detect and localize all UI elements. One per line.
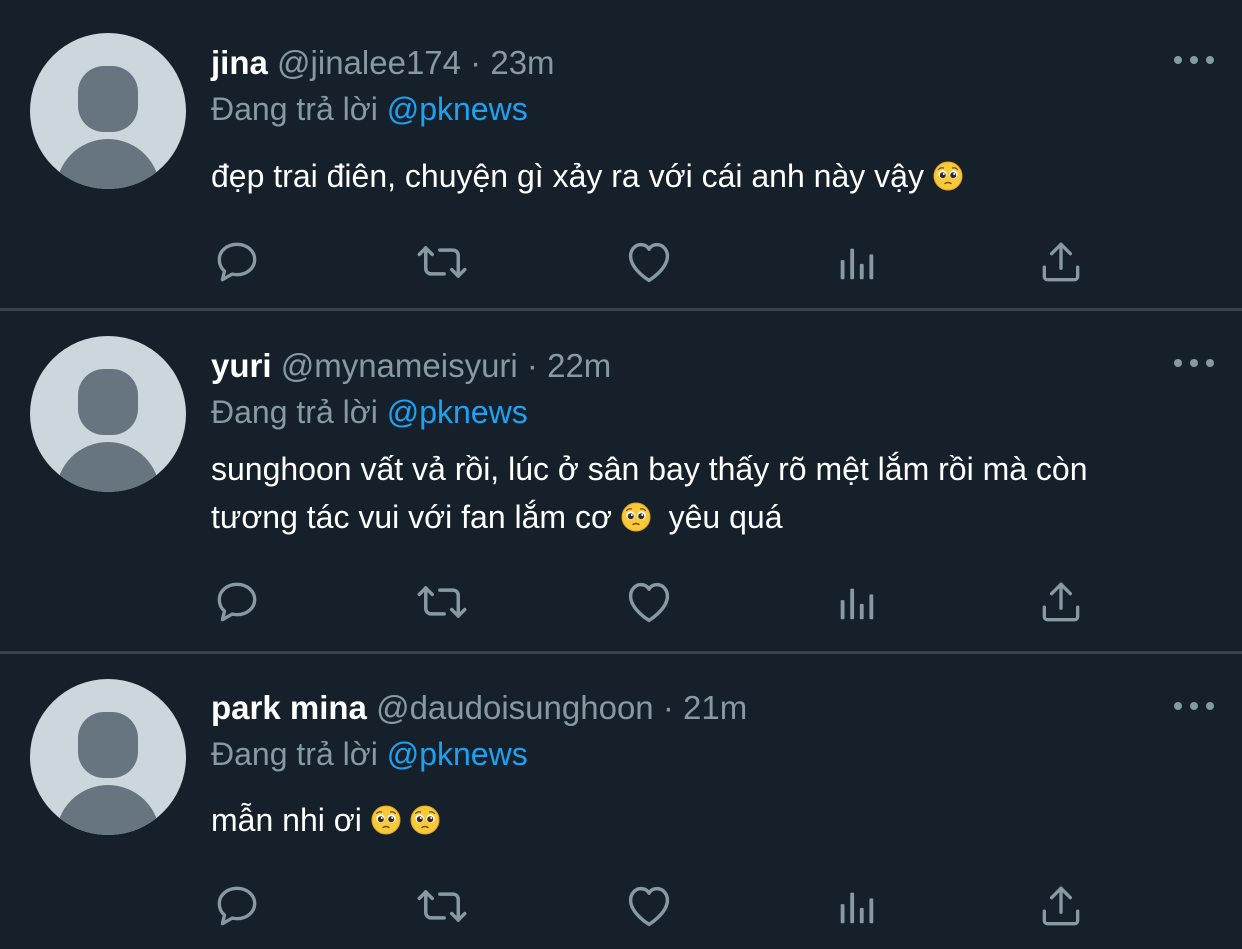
timestamp[interactable]: 21m <box>683 689 747 726</box>
reply-icon[interactable] <box>211 237 263 287</box>
tweet-text-segment: yêu quá <box>668 499 783 535</box>
tweet-text-line: mẫn nhi ơi <box>211 802 362 838</box>
analytics-icon[interactable] <box>830 237 882 287</box>
avatar[interactable] <box>30 336 186 492</box>
pleading-face-emoji <box>371 805 401 835</box>
tweet-text: đẹp trai điên, chuyện gì xảy ra với cái … <box>211 152 1211 200</box>
timestamp[interactable]: 23m <box>490 44 554 81</box>
tweet-actions <box>0 577 1242 627</box>
mention-link[interactable]: @pknews <box>387 394 528 430</box>
display-name[interactable]: jina <box>211 44 268 81</box>
display-name[interactable]: park mina <box>211 689 367 726</box>
reply-icon[interactable] <box>211 881 263 931</box>
replying-label: Đang trả lời <box>211 91 378 127</box>
avatar[interactable] <box>30 679 186 835</box>
tweet-text-line: tương tác vui với fan lắm cơ yêu quá <box>211 493 1211 541</box>
display-name[interactable]: yuri <box>211 347 272 384</box>
pleading-face-emoji <box>410 805 440 835</box>
retweet-icon[interactable] <box>416 881 468 931</box>
replying-label: Đang trả lời <box>211 736 378 772</box>
more-options-icon[interactable] <box>1174 696 1214 716</box>
reply-icon[interactable] <box>211 577 263 627</box>
replying-label: Đang trả lời <box>211 394 378 430</box>
tweet-text-line: đẹp trai điên, chuyện gì xảy ra với cái … <box>211 158 924 194</box>
tweet-actions <box>0 237 1242 287</box>
more-options-icon[interactable] <box>1174 353 1214 373</box>
share-icon[interactable] <box>1035 881 1087 931</box>
avatar[interactable] <box>30 33 186 189</box>
analytics-icon[interactable] <box>830 577 882 627</box>
user-handle[interactable]: @mynameisyuri <box>281 347 518 384</box>
heart-icon[interactable] <box>623 577 675 627</box>
separator-dot: · <box>470 44 482 81</box>
separator-dot: · <box>662 689 674 726</box>
separator-dot: · <box>526 347 538 384</box>
timestamp[interactable]: 22m <box>547 347 611 384</box>
share-icon[interactable] <box>1035 577 1087 627</box>
share-icon[interactable] <box>1035 237 1087 287</box>
tweet-text-segment: tương tác vui với fan lắm cơ <box>211 499 612 535</box>
tweet[interactable]: park mina @daudoisunghoon · 21m Đang trả… <box>0 654 1242 949</box>
heart-icon[interactable] <box>623 881 675 931</box>
mention-link[interactable]: @pknews <box>387 91 528 127</box>
tweet-header: yuri @mynameisyuri · 22m <box>211 346 611 386</box>
user-handle[interactable]: @daudoisunghoon <box>376 689 654 726</box>
mention-link[interactable]: @pknews <box>387 736 528 772</box>
user-handle[interactable]: @jinalee174 <box>277 44 461 81</box>
retweet-icon[interactable] <box>416 577 468 627</box>
tweet-actions <box>0 881 1242 931</box>
tweet-header: jina @jinalee174 · 23m <box>211 43 555 83</box>
tweet-header: park mina @daudoisunghoon · 21m <box>211 688 747 728</box>
replying-to: Đang trả lời @pknews <box>211 734 528 774</box>
heart-icon[interactable] <box>623 237 675 287</box>
tweet-text: mẫn nhi ơi <box>211 796 1211 844</box>
tweet-text-line: sunghoon vất vả rồi, lúc ở sân bay thấy … <box>211 451 1088 487</box>
tweet[interactable]: yuri @mynameisyuri · 22m Đang trả lời @p… <box>0 311 1242 651</box>
replying-to: Đang trả lời @pknews <box>211 89 528 129</box>
retweet-icon[interactable] <box>416 237 468 287</box>
pleading-face-emoji <box>933 161 963 191</box>
replying-to: Đang trả lời @pknews <box>211 392 528 432</box>
tweet-text: sunghoon vất vả rồi, lúc ở sân bay thấy … <box>211 445 1211 541</box>
analytics-icon[interactable] <box>830 881 882 931</box>
tweet[interactable]: jina @jinalee174 · 23m Đang trả lời @pkn… <box>0 0 1242 308</box>
more-options-icon[interactable] <box>1174 50 1214 70</box>
pleading-face-emoji <box>621 502 651 532</box>
